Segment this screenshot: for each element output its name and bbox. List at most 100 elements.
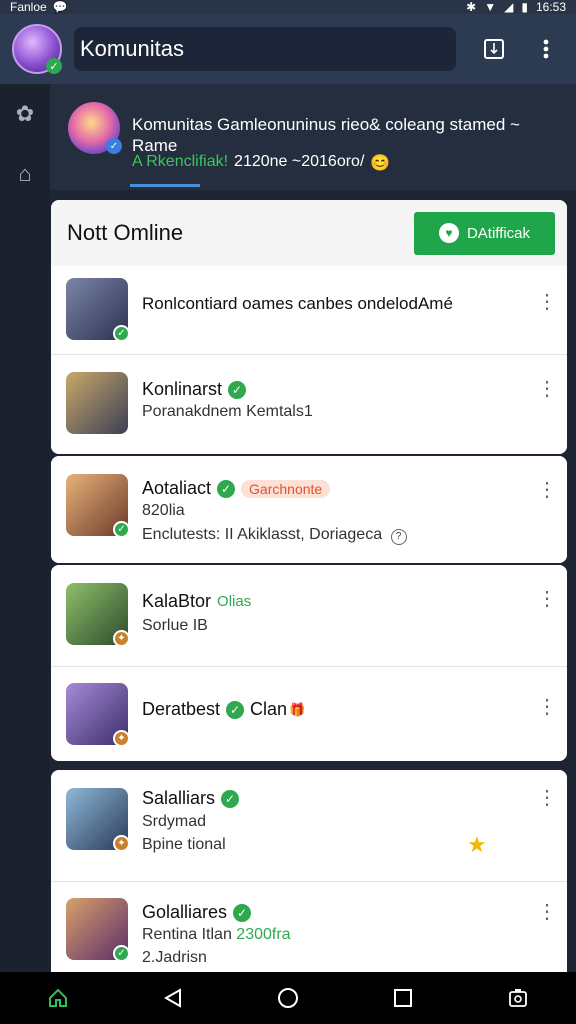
item-name-text: Golalliares (142, 902, 228, 922)
status-badge: Garchnonte (241, 479, 331, 498)
more-vert-icon[interactable]: ⋮ (537, 902, 557, 922)
verified-check-icon: ✓ (217, 479, 236, 498)
verified-check-icon: ✓ (228, 380, 247, 399)
list-item[interactable]: ✦ KalaBtor Olias Sorlue IB ⋮ (51, 565, 567, 667)
battery-icon: ▮ (521, 0, 528, 14)
item-line: Srdymad (142, 813, 207, 830)
verified-check-icon: ✓ (226, 700, 245, 719)
notification-panel-1: Nott Omline ♥ DAtifficak ✓ Ronlcontiard … (51, 200, 567, 454)
chat-notification-icon: 💬 (52, 0, 68, 14)
more-vert-icon[interactable]: ⋮ (537, 589, 557, 609)
app-title-box[interactable]: Komunitas (74, 27, 456, 71)
item-name: KalaBtor Olias (142, 591, 251, 612)
verified-check-icon: ✓ (233, 903, 252, 922)
wifi-icon: ▼ (484, 0, 497, 14)
notification-panel-4: ✦ Salalliars ✓ Srdymad Bpine tional ★ ⋮ … (51, 770, 567, 972)
notification-panel-3: ✦ KalaBtor Olias Sorlue IB ⋮ ✦ Deratbest… (51, 565, 567, 761)
system-nav-bar (0, 972, 576, 1024)
item-name: Ronlcontiard oames canbes ondelodAmé (142, 294, 453, 314)
profile-avatar[interactable]: ✓ (12, 24, 62, 74)
item-name-text: Konlinarst (142, 379, 223, 399)
screenshot-icon[interactable] (498, 978, 538, 1018)
item-name: Deratbest ✓ Clan 🎁 (142, 699, 305, 720)
item-name-text: Aotaliact (142, 478, 212, 498)
smile-emoji-icon: 😊 (370, 155, 391, 172)
community-title: Komunitas Gamleonuninus rieo& coleang st… (132, 115, 520, 155)
active-tab-indicator (130, 184, 200, 187)
notification-button-label: DAtifficak (466, 224, 531, 242)
community-subtitle-highlight: A Rkenclifiak! (132, 153, 229, 170)
bookmark-icon[interactable] (482, 37, 506, 61)
panel-title: Nott Omline (67, 220, 184, 245)
medal-badge-icon: ✦ (113, 630, 130, 647)
list-item[interactable]: ✓ Ronlcontiard oames canbes ondelodAmé ⋮ (51, 266, 567, 355)
community-badge-icon: ✓ (106, 138, 122, 154)
item-avatar: ✓ (66, 278, 130, 342)
app-bar: ✓ Komunitas (0, 14, 576, 84)
more-vert-icon[interactable]: ⋮ (537, 379, 557, 399)
list-item[interactable]: ✓ Golalliares ✓ Rentina Itlan 2300fra 2.… (51, 882, 567, 972)
more-vert-icon[interactable]: ⋮ (537, 697, 557, 717)
item-name: Salalliars ✓ (142, 788, 240, 809)
bluetooth-icon: ✱ (466, 0, 477, 14)
chat-bubble-icon: ♥ (438, 223, 459, 243)
item-name: Golalliares ✓ (142, 902, 252, 923)
more-vert-icon[interactable]: ⋮ (537, 788, 557, 808)
item-line-highlight: 2300fra (236, 926, 291, 943)
notification-button[interactable]: ♥ DAtifficak (414, 211, 555, 255)
status-time: 16:53 (535, 0, 566, 14)
verified-check-icon: ✓ (113, 945, 130, 962)
verified-check-icon: ✓ (221, 789, 240, 808)
item-name: Aotaliact ✓ Garchnonte (142, 478, 331, 499)
home-circle-icon[interactable] (268, 978, 308, 1018)
item-line: 820lia (142, 502, 185, 519)
home-icon[interactable]: ⌂ (0, 144, 50, 204)
item-line: Bpine tional (142, 836, 226, 853)
info-icon: ? (390, 528, 407, 545)
list-item[interactable]: ✓ Aotaliact ✓ Garchnonte 820lia Enclutes… (51, 456, 567, 563)
item-name-text: Salalliars (142, 788, 216, 808)
item-line: 2.Jadrisn (142, 949, 207, 966)
item-avatar: ✦ (66, 583, 130, 647)
more-vert-icon[interactable] (534, 37, 558, 61)
item-name: Konlinarst ✓ (142, 379, 247, 400)
explore-icon[interactable]: ✿ (0, 84, 50, 144)
star-emoji-icon: ★ (467, 832, 487, 857)
medal-badge-icon: ✦ (113, 730, 130, 747)
item-line: Poranakdnem Kemtals1 (142, 403, 313, 420)
more-vert-icon[interactable]: ⋮ (537, 480, 557, 500)
status-badge: Olias (217, 593, 252, 610)
community-header[interactable]: ✓ Komunitas Gamleonuninus rieo& coleang … (50, 84, 576, 190)
status-bar: Fanloe 💬 ✱ ▼ ◢ ▮ 16:53 (0, 0, 576, 14)
item-avatar: ✓ (66, 898, 130, 962)
list-item[interactable]: Konlinarst ✓ Poranakdnem Kemtals1 ⋮ (51, 355, 567, 454)
home-icon[interactable] (38, 978, 78, 1018)
item-line: Sorlue IB (142, 617, 208, 634)
item-line: Rentina Itlan 2300fra (142, 926, 291, 944)
item-name-text: KalaBtor (142, 591, 212, 611)
status-left-text: Fanloe (10, 0, 47, 14)
notification-panel-2: ✓ Aotaliact ✓ Garchnonte 820lia Enclutes… (51, 456, 567, 563)
item-avatar: ✓ (66, 474, 130, 538)
item-line-text: Rentina Itlan (142, 926, 232, 943)
back-icon[interactable] (153, 978, 193, 1018)
gift-icon: 🎁 (289, 701, 306, 717)
item-name-text: Ronlcontiard oames canbes ondelodAmé (142, 294, 453, 313)
left-sidebar: ✿ ⌂ (0, 84, 50, 972)
app-title: Komunitas (80, 36, 184, 61)
item-line: Enclutests: II Akiklasst, Doriageca ? (142, 526, 407, 545)
item-name-text: Deratbest (142, 699, 221, 719)
verified-check-icon: ✓ (113, 325, 130, 342)
item-avatar (66, 372, 128, 434)
community-subtitle: A Rkenclifiak! 2120ne ~2016oro/ 😊 (132, 153, 390, 173)
list-item[interactable]: ✦ Deratbest ✓ Clan 🎁 ⋮ (51, 667, 567, 761)
item-avatar: ✦ (66, 683, 130, 747)
medal-badge-icon: ✦ (113, 835, 130, 852)
item-line-text: Enclutests: II Akiklasst, Doriageca (142, 526, 383, 543)
recents-icon[interactable] (383, 978, 423, 1018)
more-vert-icon[interactable]: ⋮ (537, 292, 557, 312)
panel-header: Nott Omline ♥ DAtifficak (51, 200, 567, 266)
list-item[interactable]: ✦ Salalliars ✓ Srdymad Bpine tional ★ ⋮ (51, 770, 567, 882)
verified-check-icon: ✓ (113, 521, 130, 538)
item-tag: Clan (250, 699, 288, 719)
